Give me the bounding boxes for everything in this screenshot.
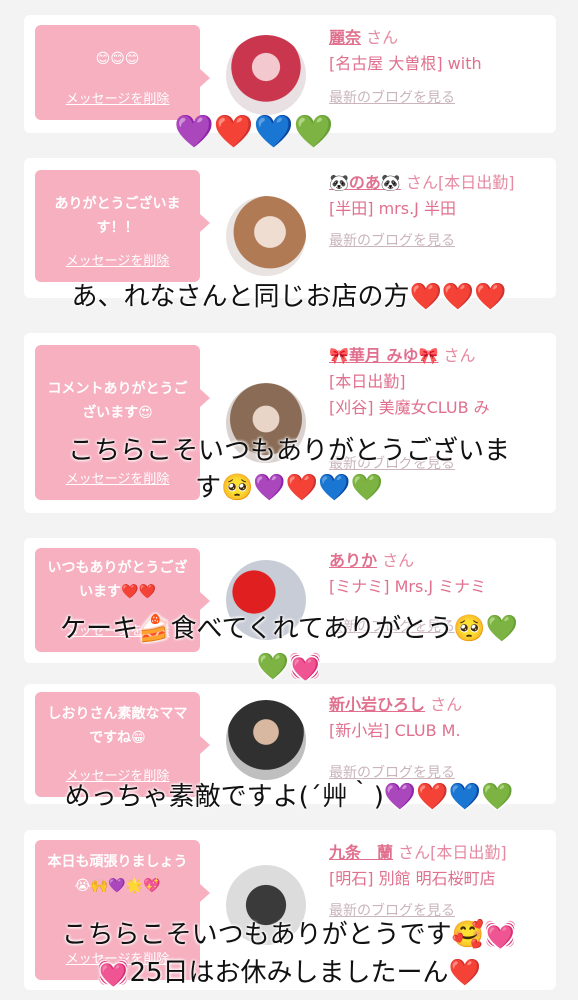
caption-overlay: こちらこそいつもありがとうです🥰💓: [61, 920, 517, 950]
caption-overlay: ケーキ🍰食べてくれてありがとう🥺💚: [60, 614, 518, 644]
user-name-link[interactable]: 九条 蘭: [329, 843, 393, 862]
caption-overlay: 💚💓: [256, 652, 322, 682]
user-name-link[interactable]: 新小岩ひろし: [329, 695, 425, 714]
message-text: ありがとうございます！！: [54, 196, 181, 236]
latest-blog-link[interactable]: 最新のブログを見る: [329, 85, 551, 111]
caption-overlay: こちらこそいつもありがとうございま: [67, 436, 510, 466]
shop-label: [名古屋 大曽根] with: [329, 54, 482, 73]
avatar[interactable]: [226, 700, 306, 780]
message-text: コメントありがとうございます😍: [47, 381, 188, 421]
user-info: 九条 蘭 さん[本日出勤] [明石] 別館 明石桜町店 最新のブログを見る: [329, 840, 551, 924]
message-bubble: 😊😊😊 メッセージを削除: [35, 25, 210, 120]
shop-label: [刈谷] 美魔女CLUB み: [329, 398, 490, 417]
caption-overlay: す🥺💜❤️💙💚: [195, 473, 383, 503]
honorific: さん[本日出勤]: [405, 173, 515, 192]
honorific: さん[本日出勤]: [398, 843, 507, 862]
honorific: さん: [366, 28, 399, 47]
caption-overlay: 💓25日はお休みしましたーん❤️: [97, 958, 481, 988]
message-text: しおりさん素敵なママですね😁: [47, 706, 188, 746]
avatar[interactable]: [226, 35, 306, 115]
message-card: ありがとうございます！！ メッセージを削除 🐼のあ🐼 さん[本日出勤] [半田]…: [24, 158, 556, 298]
message-text: 😊😊😊: [95, 51, 140, 67]
user-name-link[interactable]: 🐼のあ🐼: [329, 173, 401, 192]
delete-message-link[interactable]: メッセージを削除: [35, 250, 200, 274]
message-text: 本日も頑張りましょう😭🙌💜🌟💖: [47, 854, 188, 894]
message-bubble: ありがとうございます！！ メッセージを削除: [35, 170, 210, 282]
user-name-link[interactable]: ありか: [329, 551, 377, 570]
avatar[interactable]: [226, 196, 306, 276]
shop-label: [ミナミ] Mrs.J ミナミ: [329, 577, 487, 596]
user-info: 麗奈 さん [名古屋 大曽根] with 最新のブログを見る: [329, 25, 551, 111]
user-info: 新小岩ひろし さん [新小岩] CLUB M. 最新のブログを見る: [329, 692, 551, 786]
caption-overlay: めっちゃ素敵ですよ(´艸｀)💜❤️💙💚: [64, 782, 514, 812]
honorific: さん: [430, 695, 463, 714]
user-info: 🐼のあ🐼 さん[本日出勤] [半田] mrs.J 半田 最新のブログを見る: [329, 170, 551, 254]
caption-overlay: あ、れなさんと同じお店の方❤️❤️❤️: [71, 282, 507, 312]
delete-message-link[interactable]: メッセージを削除: [35, 88, 200, 112]
shop-label: [新小岩] CLUB M.: [329, 721, 461, 740]
status-label: [本日出勤]: [329, 372, 406, 391]
shop-label: [明石] 別館 明石桜町店: [329, 869, 496, 888]
message-text: いつもありがとうございます❤️❤️: [47, 560, 188, 600]
hearts-overlay: 💜❤️💙💚: [174, 112, 334, 150]
shop-label: [半田] mrs.J 半田: [329, 199, 456, 218]
honorific: さん: [443, 346, 476, 365]
message-card: いつもありがとうございます❤️❤️ メッセージを削除 ありか さん [ミナミ] …: [24, 538, 556, 663]
user-name-link[interactable]: 麗奈: [329, 28, 361, 47]
user-name-link[interactable]: 🎀華月 みゆ🎀: [329, 346, 438, 365]
latest-blog-link[interactable]: 最新のブログを見る: [329, 228, 551, 254]
honorific: さん: [382, 551, 415, 570]
